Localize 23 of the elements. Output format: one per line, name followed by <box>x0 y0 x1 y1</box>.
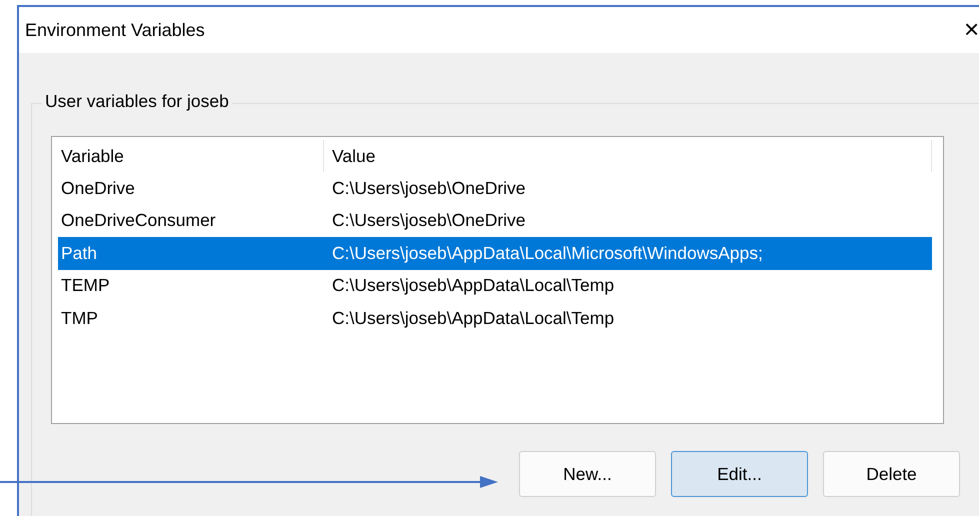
table-row[interactable]: TMP C:\Users\joseb\AppData\Local\Temp <box>58 302 932 334</box>
table-cell-text: TEMP <box>60 275 111 296</box>
table-cell-text: C:\Users\joseb\AppData\Local\Microsoft\WindowsApps; <box>331 242 764 264</box>
table-row[interactable]: Path C:\Users\joseb\AppData\Local\Microsoft\WindowsApps; <box>58 237 932 270</box>
table-cell-text: OneDrive <box>60 178 136 199</box>
table-cell-text: C:\Users\joseb\AppData\Local\Temp <box>331 275 616 296</box>
dialog-button[interactable]: Edit... <box>671 451 808 497</box>
table-cell-text: C:\Users\joseb\AppData\Local\Temp <box>331 308 616 329</box>
table-row[interactable]: OneDrive C:\Users\joseb\OneDrive <box>58 172 932 204</box>
table-row[interactable]: TEMP C:\Users\joseb\AppData\Local\Temp <box>58 270 932 302</box>
table-cell-text: C:\Users\joseb\OneDrive <box>331 178 527 199</box>
group-title: User variables for joseb <box>42 91 232 112</box>
column-header[interactable]: Value <box>324 140 932 172</box>
table-row[interactable]: OneDriveConsumer C:\Users\joseb\OneDrive <box>58 204 932 237</box>
dialog-button[interactable]: Delete <box>823 451 960 497</box>
table-cell-text: C:\Users\joseb\OneDrive <box>331 210 527 232</box>
window-title: Environment Variables <box>25 20 205 40</box>
table-cell-text: Path <box>60 242 98 264</box>
table-cell-text: OneDriveConsumer <box>60 210 217 232</box>
dialog-button[interactable]: New... <box>519 451 656 497</box>
close-button[interactable]: × <box>964 15 979 43</box>
column-header[interactable]: Variable <box>58 140 324 172</box>
table-cell-text: TMP <box>60 308 99 329</box>
